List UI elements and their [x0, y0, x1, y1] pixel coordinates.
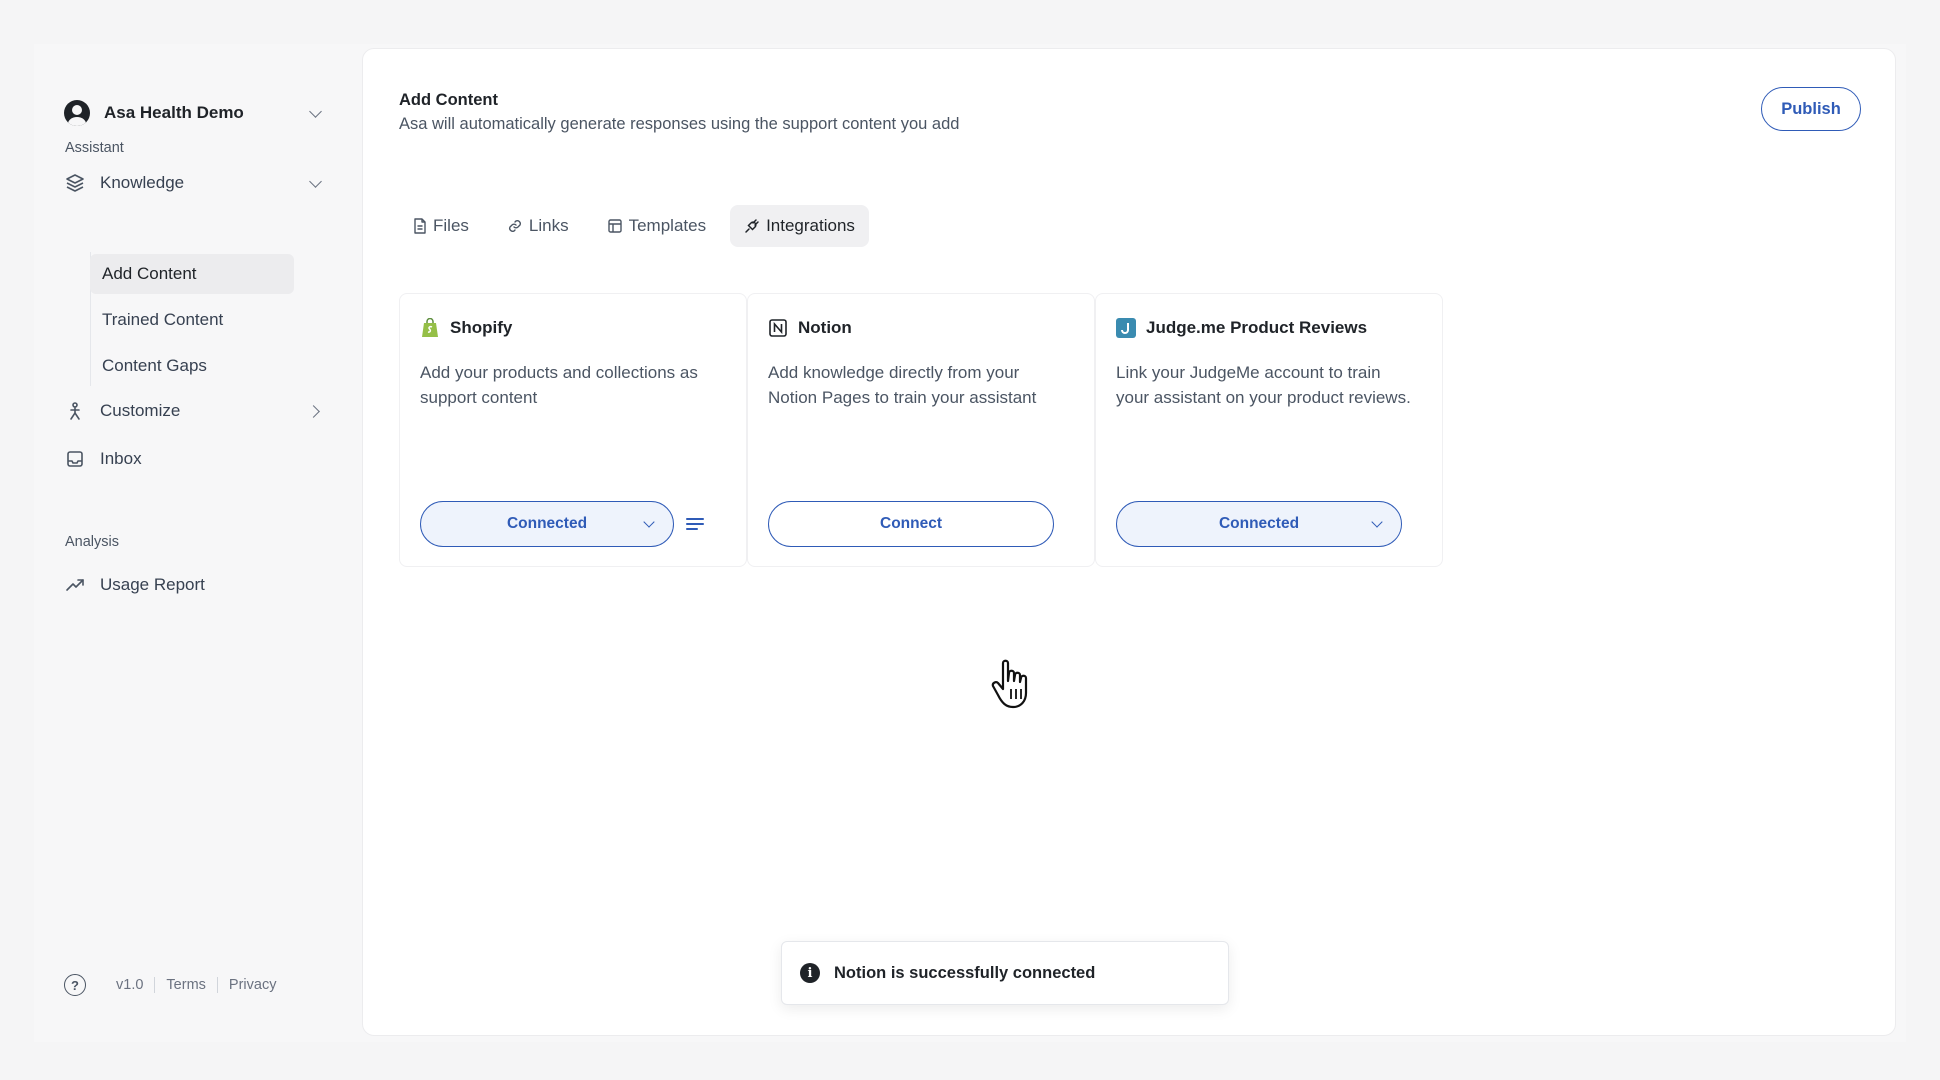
- sidebar-item-customize[interactable]: Customize: [64, 392, 330, 430]
- status-label: Connected: [506, 515, 588, 532]
- terms-link[interactable]: Terms: [166, 977, 205, 993]
- notion-connect-button[interactable]: Connect: [768, 501, 1054, 547]
- chevron-down-icon: [643, 516, 655, 528]
- integration-name: Notion: [798, 318, 852, 337]
- content-tabs: Files Links Templates Integrations: [399, 205, 869, 247]
- tab-label: Templates: [628, 216, 707, 235]
- hand-cursor-icon: [991, 659, 1035, 716]
- shopify-bag-icon: [420, 318, 440, 338]
- info-icon: i: [800, 963, 820, 983]
- page-title: Add Content: [399, 91, 498, 109]
- integration-card-judgeme: Judge.me Product Reviews Link your Judge…: [1095, 293, 1443, 567]
- page-subtitle: Asa will automatically generate response…: [399, 115, 960, 133]
- sidebar-item-label: Knowledge: [100, 173, 185, 192]
- tab-integrations[interactable]: Integrations: [730, 205, 869, 247]
- sidebar-item-label: Customize: [100, 401, 181, 420]
- tab-label: Files: [433, 216, 469, 235]
- help-icon[interactable]: ?: [64, 974, 86, 996]
- chevron-down-icon: [1371, 516, 1383, 528]
- main-panel: Add Content Asa will automatically gener…: [362, 48, 1896, 1036]
- judgeme-status-dropdown[interactable]: Connected: [1116, 501, 1402, 547]
- chevron-down-icon: [309, 174, 322, 188]
- sidebar-subitem-trained-content[interactable]: Trained Content: [90, 300, 294, 340]
- integration-card-shopify: Shopify Add your products and collection…: [399, 293, 747, 567]
- privacy-link[interactable]: Privacy: [229, 977, 277, 993]
- sidebar-subitem-content-gaps[interactable]: Content Gaps: [90, 346, 294, 386]
- sidebar: Asa Health Demo Assistant Knowledge Add …: [34, 44, 358, 1042]
- workspace-name: Asa Health Demo: [104, 103, 244, 122]
- integration-card-notion: Notion Add knowledge directly from your …: [747, 293, 1095, 567]
- toast-notification: i Notion is successfully connected: [781, 941, 1229, 1005]
- inbox-icon: [64, 448, 86, 470]
- integration-name: Judge.me Product Reviews: [1146, 318, 1368, 337]
- sidebar-item-inbox[interactable]: Inbox: [64, 440, 330, 478]
- publish-button[interactable]: Publish: [1761, 87, 1861, 131]
- template-icon: [607, 218, 623, 234]
- workspace-switcher[interactable]: Asa Health Demo: [64, 94, 330, 132]
- tab-label: Links: [528, 216, 569, 235]
- notion-n-icon: [768, 318, 788, 338]
- section-label-analysis: Analysis: [65, 534, 119, 550]
- user-avatar-icon: [64, 100, 90, 126]
- chevron-right-icon: [307, 404, 320, 418]
- sidebar-item-label: Usage Report: [100, 575, 205, 594]
- sidebar-item-label: Inbox: [100, 449, 142, 468]
- sidebar-footer: ? v1.0 Terms Privacy: [64, 974, 276, 996]
- chevron-down-icon: [309, 104, 322, 118]
- integration-description: Add your products and collections as sup…: [420, 363, 698, 407]
- version-label: v1.0: [116, 977, 144, 993]
- tab-label: Integrations: [766, 216, 855, 235]
- link-icon: [507, 218, 523, 234]
- tab-files[interactable]: Files: [399, 205, 483, 247]
- integration-name: Shopify: [450, 318, 513, 337]
- plug-icon: [744, 218, 760, 234]
- layers-icon: [64, 172, 86, 194]
- toast-message: Notion is successfully connected: [834, 963, 1096, 982]
- judgeme-j-icon: [1116, 318, 1136, 338]
- divider: [216, 977, 218, 993]
- sidebar-subitem-add-content[interactable]: Add Content: [90, 254, 294, 294]
- list-settings-icon[interactable]: [686, 518, 704, 530]
- integration-description: Link your JudgeMe account to train your …: [1116, 363, 1411, 407]
- section-label-assistant: Assistant: [65, 140, 124, 156]
- trending-up-icon: [64, 574, 86, 596]
- status-label: Connect: [880, 515, 942, 532]
- sidebar-item-usage-report[interactable]: Usage Report: [64, 566, 330, 604]
- integration-description: Add knowledge directly from your Notion …: [768, 363, 1037, 407]
- figure-icon: [64, 400, 86, 422]
- status-label: Connected: [1218, 515, 1300, 532]
- tab-links[interactable]: Links: [493, 205, 583, 247]
- tab-templates[interactable]: Templates: [593, 205, 720, 247]
- divider: [154, 977, 156, 993]
- integration-cards: Shopify Add your products and collection…: [399, 293, 1443, 567]
- app-window: Asa Health Demo Assistant Knowledge Add …: [34, 44, 1906, 1042]
- shopify-status-dropdown[interactable]: Connected: [420, 501, 674, 547]
- sidebar-item-knowledge[interactable]: Knowledge: [64, 164, 330, 202]
- file-icon: [413, 218, 427, 234]
